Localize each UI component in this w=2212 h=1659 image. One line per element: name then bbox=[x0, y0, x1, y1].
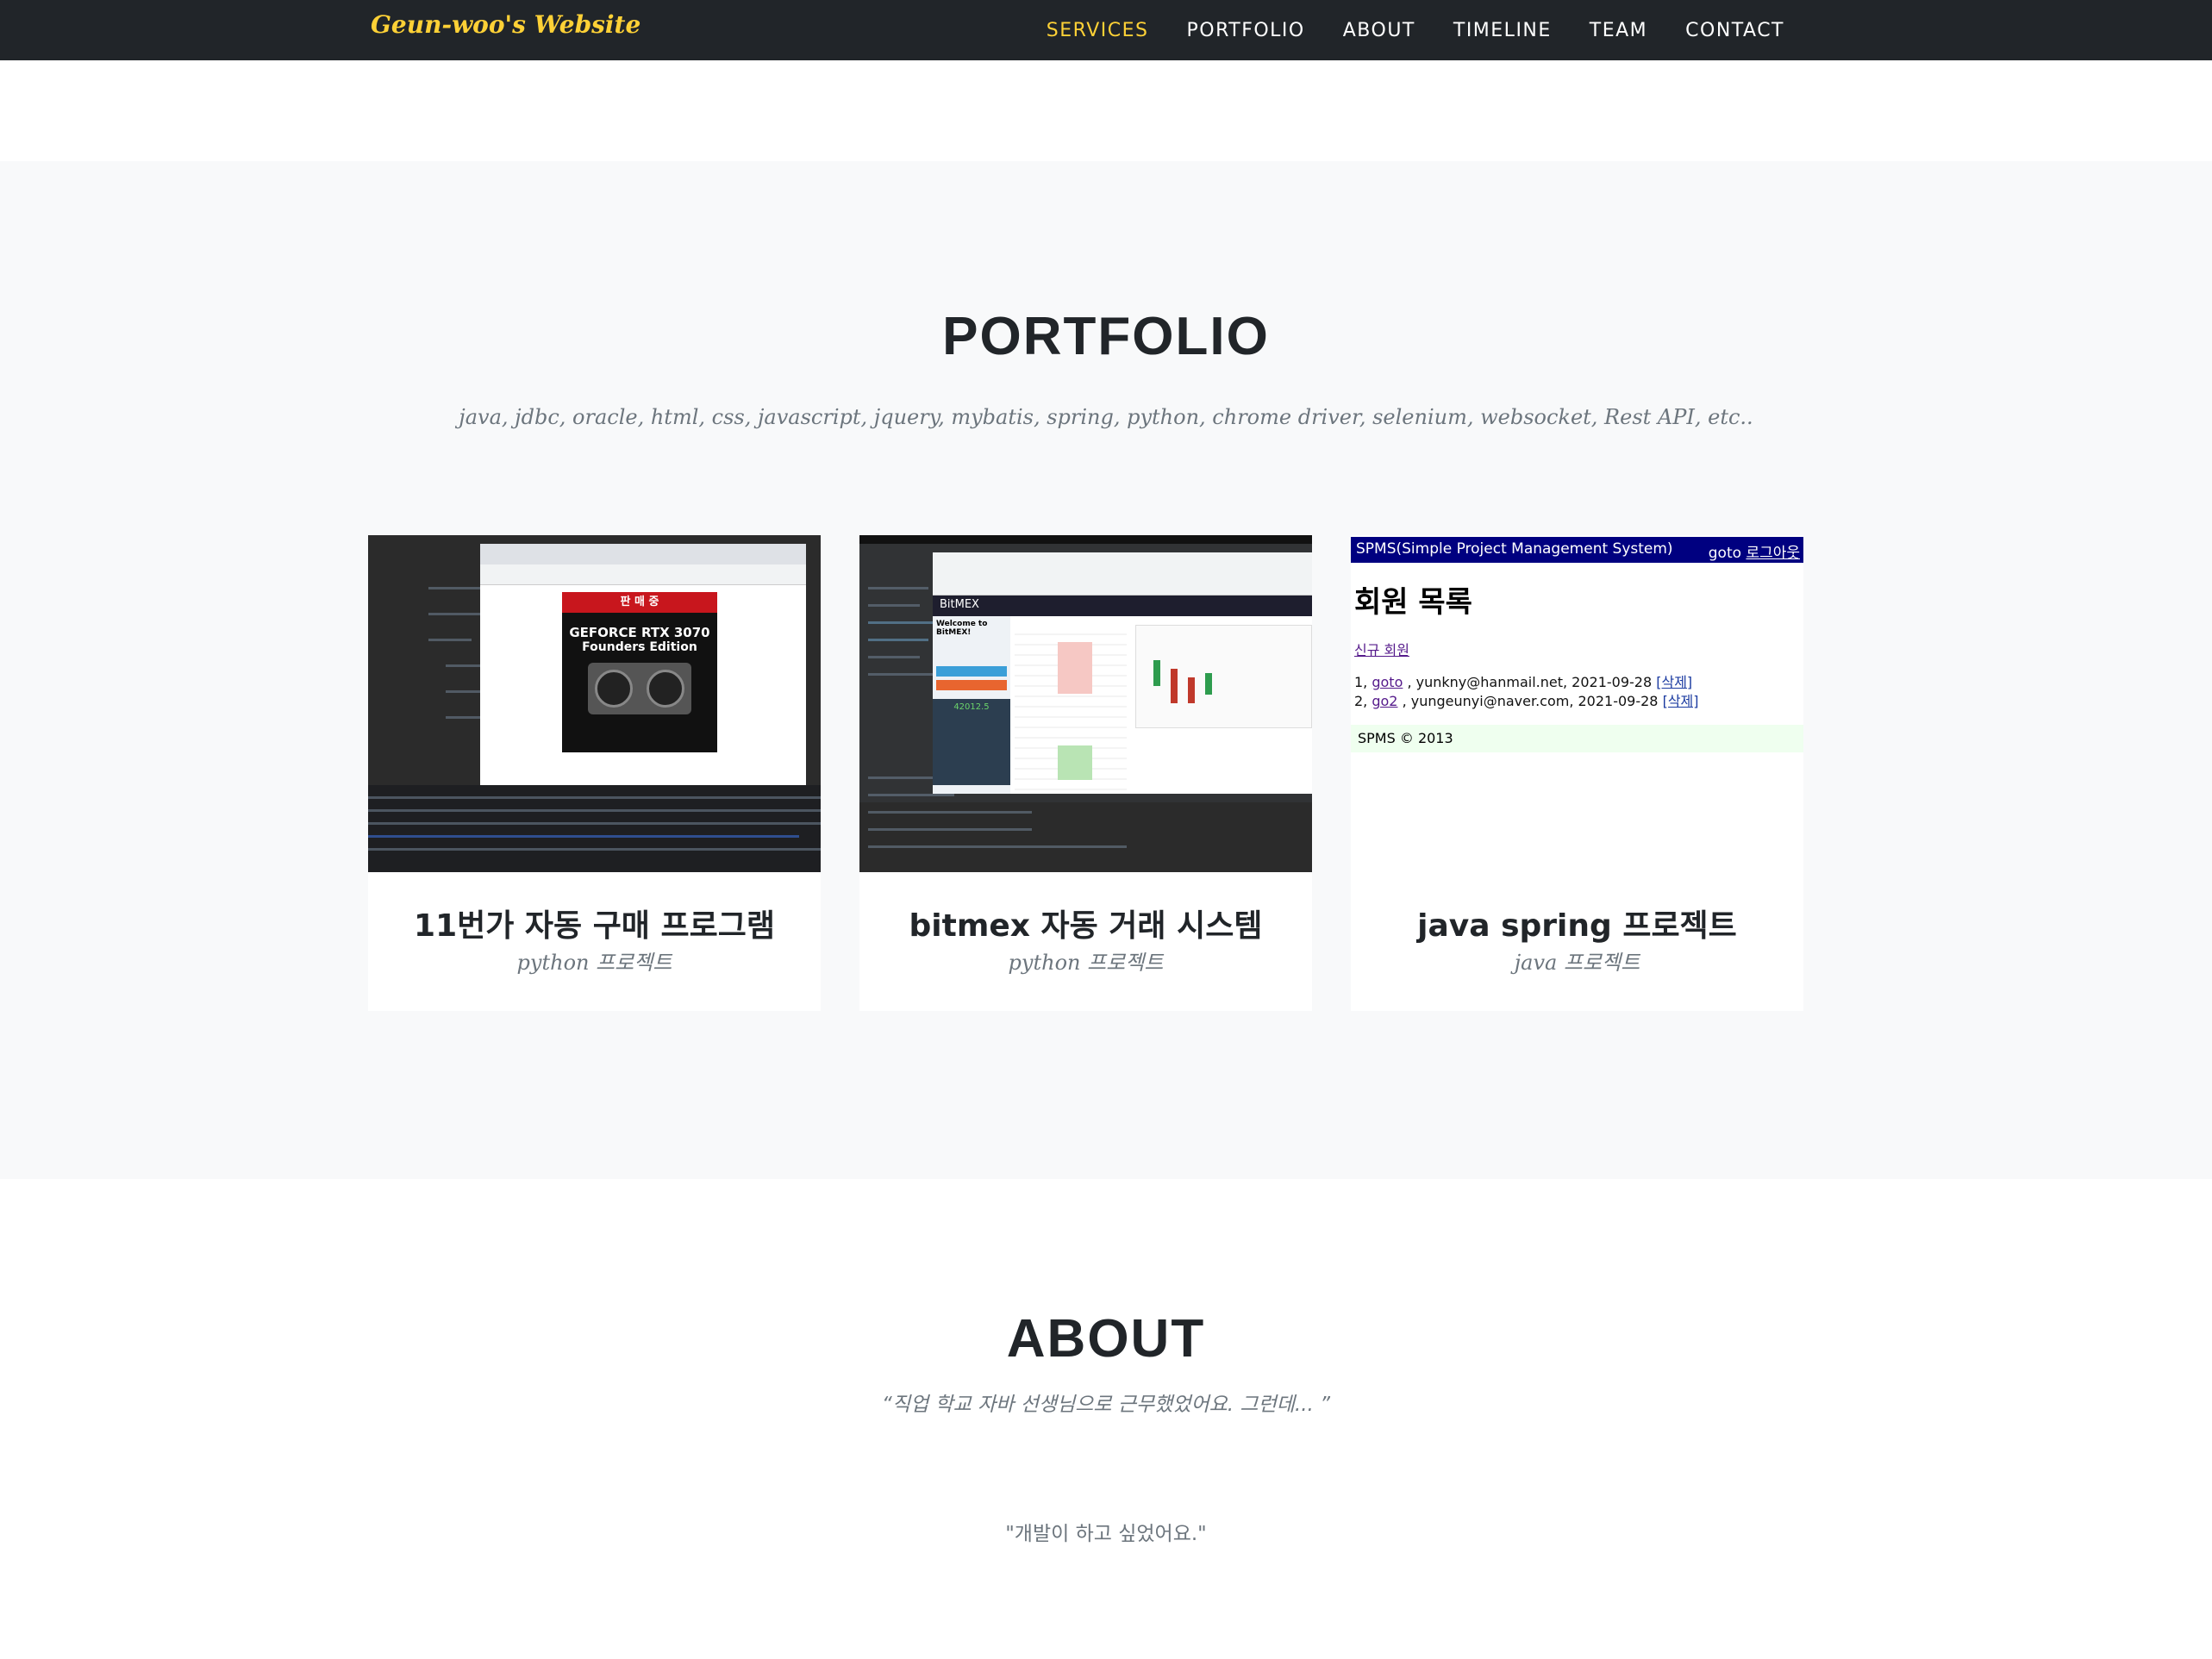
about-quote: “직업 학교 자바 선생님으로 근무했었어요. 그런데... ” bbox=[881, 1394, 1331, 1416]
nav-about[interactable]: ABOUT bbox=[1343, 20, 1415, 41]
project-title: bitmex 자동 거래 시스템 bbox=[909, 908, 1263, 944]
project-category: python 프로젝트 bbox=[1008, 951, 1164, 975]
spms-user: goto bbox=[1708, 545, 1742, 562]
price-readout: 42012.5 bbox=[933, 699, 1010, 785]
product-edition: Founders Edition bbox=[582, 640, 697, 654]
project-thumbnail: BitMEX Welcome to BitMEX! 42012.5 bbox=[859, 535, 1312, 872]
nav-portfolio[interactable]: PORTFOLIO bbox=[1187, 20, 1305, 41]
project-category: python 프로젝트 bbox=[516, 951, 672, 975]
project-category: java 프로젝트 bbox=[1514, 951, 1640, 975]
bitmex-logo: BitMEX bbox=[933, 596, 1312, 616]
nav-timeline[interactable]: TIMELINE bbox=[1453, 20, 1552, 41]
nav-contact[interactable]: CONTACT bbox=[1685, 20, 1784, 41]
spms-footer: SPMS © 2013 bbox=[1351, 725, 1803, 752]
project-title: java spring 프로젝트 bbox=[1417, 908, 1737, 944]
spms-title: SPMS(Simple Project Management System) bbox=[1356, 540, 1673, 558]
spms-new-member-link: 신규 회원 bbox=[1354, 642, 1409, 658]
gpu-image bbox=[588, 663, 691, 714]
navbar: Geun-woo's Website SERVICES PORTFOLIO AB… bbox=[0, 0, 2212, 60]
section-subheading: java, jdbc, oracle, html, css, javascrip… bbox=[459, 405, 1753, 429]
spms-member-row: 2, go2 , yungeunyi@naver.com, 2021-09-28… bbox=[1354, 693, 1699, 709]
project-thumbnail: 판 매 중 GEFORCE RTX 3070 Founders Edition bbox=[368, 535, 821, 872]
spms-heading: 회원 목록 bbox=[1354, 585, 1472, 620]
nav-team[interactable]: TEAM bbox=[1590, 20, 1647, 41]
about-heading: ABOUT bbox=[1006, 1309, 1206, 1369]
spms-member-list: 1, goto , yunkny@hanmail.net, 2021-09-28… bbox=[1354, 673, 1699, 711]
spms-header: SPMS(Simple Project Management System) g… bbox=[1351, 537, 1803, 563]
project-title: 11번가 자동 구매 프로그램 bbox=[414, 908, 775, 944]
nav-services[interactable]: SERVICES bbox=[1047, 20, 1149, 41]
portfolio-item[interactable]: BitMEX Welcome to BitMEX! 42012.5 bitmex… bbox=[859, 535, 1312, 1011]
product-name: GEFORCE RTX 3070 bbox=[569, 625, 710, 640]
section-heading: PORTFOLIO bbox=[942, 307, 1270, 366]
nav-menu: SERVICES PORTFOLIO ABOUT TIMELINE TEAM C… bbox=[1047, 0, 1784, 60]
welcome-text: Welcome to BitMEX! bbox=[936, 620, 988, 637]
project-thumbnail: SPMS(Simple Project Management System) g… bbox=[1351, 535, 1803, 872]
spms-logout-link: 로그아웃 bbox=[1746, 545, 1800, 562]
brand-logo[interactable]: Geun-woo's Website bbox=[371, 10, 640, 39]
portfolio-item[interactable]: 판 매 중 GEFORCE RTX 3070 Founders Edition … bbox=[368, 535, 821, 1011]
spms-member-row: 1, goto , yunkny@hanmail.net, 2021-09-28… bbox=[1354, 674, 1693, 690]
portfolio-item[interactable]: SPMS(Simple Project Management System) g… bbox=[1351, 535, 1803, 1011]
about-quote-2: "개발이 하고 싶었어요." bbox=[1005, 1523, 1207, 1545]
banner-text: 판 매 중 bbox=[562, 592, 717, 613]
